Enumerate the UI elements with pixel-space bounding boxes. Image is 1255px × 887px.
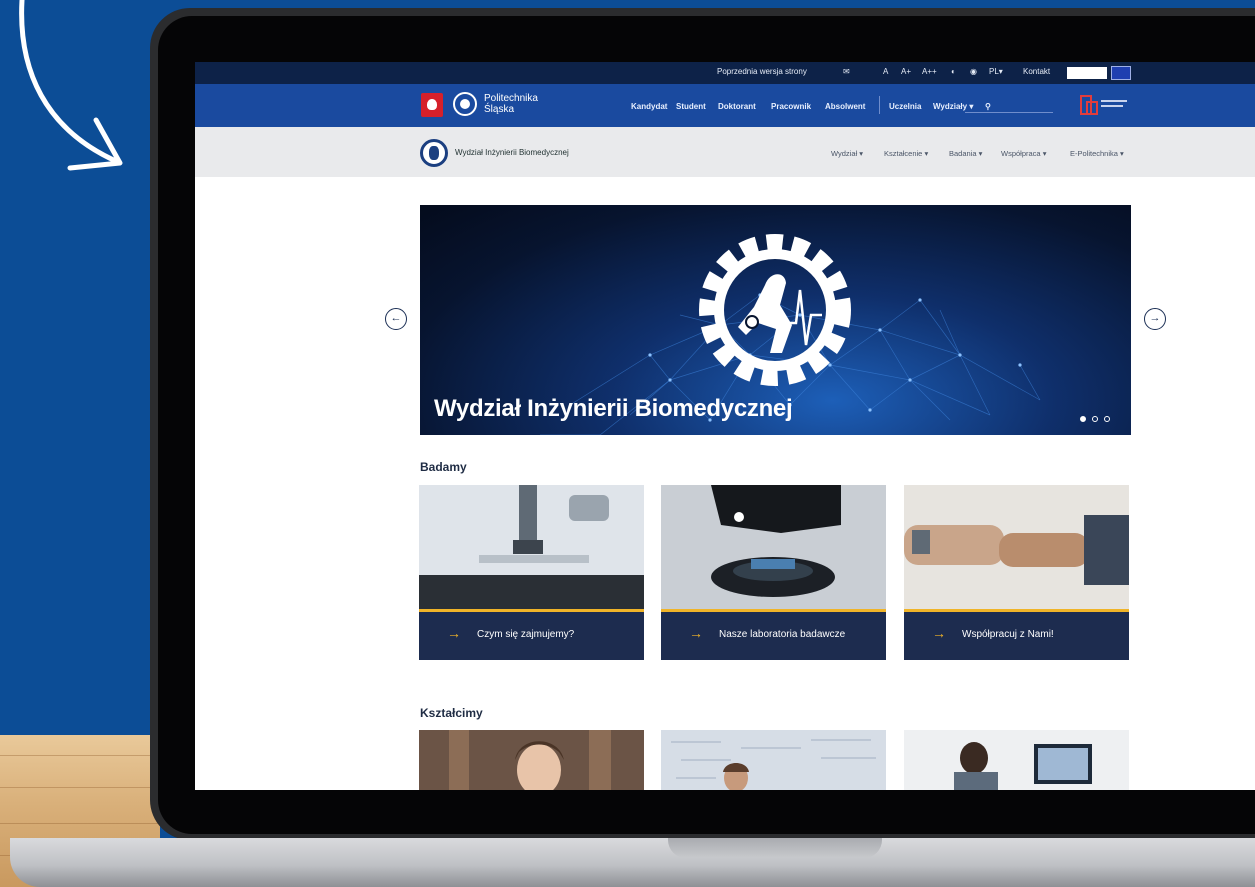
arrow-right-icon: → xyxy=(447,625,461,641)
faculty-nav-ksztalcenie[interactable]: Kształcenie ▾ xyxy=(884,149,928,158)
faculty-nav-wydzial-label: Wydział xyxy=(831,149,858,158)
main-nav: Politechnika Śląska Kandydat Student Dok… xyxy=(195,84,1255,127)
faculty-nav-badania-label: Badania xyxy=(949,149,977,158)
faculty-nav-wydzial[interactable]: Wydział ▾ xyxy=(831,149,863,158)
carousel-dot-2[interactable] xyxy=(1092,416,1098,422)
faculty-nav-epolitechnika-label: E-Politechnika xyxy=(1070,149,1118,158)
nav-wydzialy[interactable]: Wydziały ▾ xyxy=(933,102,973,111)
nav-uczelnia[interactable]: Uczelnia xyxy=(889,102,921,111)
carousel-prev-button[interactable]: ← xyxy=(385,308,407,330)
faculty-bar: Wydział Inżynierii Biomedycznej Wydział … xyxy=(195,127,1255,177)
nav-divider xyxy=(879,96,880,114)
faculty-nav-epolitechnika[interactable]: E-Politechnika ▾ xyxy=(1070,149,1124,158)
arrow-right-icon: → xyxy=(689,625,703,641)
contrast-icon[interactable]: ◐ xyxy=(951,67,956,76)
carousel-next-button[interactable]: → xyxy=(1144,308,1166,330)
card-wspolpracuj[interactable]: → Współpracuj z Nami! xyxy=(904,485,1129,660)
university-brand[interactable]: Politechnika Śląska xyxy=(484,93,538,115)
biomedical-gear-icon xyxy=(699,234,851,386)
nav-wydzialy-label: Wydziały xyxy=(933,102,968,111)
card-computer-work[interactable] xyxy=(904,730,1129,790)
search-input[interactable] xyxy=(965,112,1053,113)
faculty-nav-wspolpraca[interactable]: Współpraca ▾ xyxy=(1001,149,1046,158)
student-portrait-image xyxy=(419,730,644,790)
brand-line-1: Politechnika xyxy=(484,93,538,104)
laptop-notch xyxy=(668,838,882,858)
card-label: Czym się zajmujemy? xyxy=(477,629,575,640)
card-accent-bar xyxy=(661,609,886,612)
card-student-portrait[interactable] xyxy=(419,730,644,790)
nav-doktorant[interactable]: Doktorant xyxy=(718,102,756,111)
faculty-logo-icon[interactable] xyxy=(420,139,448,167)
search-icon[interactable]: ⚲ xyxy=(985,102,991,111)
curved-arrow-icon xyxy=(19,0,123,171)
computer-work-image xyxy=(904,730,1129,790)
utility-bar: Poprzednia wersja strony ✉ A A+ A++ ◐ ◉ … xyxy=(195,62,1255,84)
font-size-large-button[interactable]: A++ xyxy=(922,67,937,76)
faculty-nav-badania[interactable]: Badania ▾ xyxy=(949,149,982,158)
hero-slide[interactable]: Wydział Inżynierii Biomedycznej xyxy=(420,205,1131,435)
eye-icon[interactable]: ◉ xyxy=(970,67,977,76)
nav-absolwent[interactable]: Absolwent xyxy=(825,102,865,111)
contact-link[interactable]: Kontakt xyxy=(1023,67,1050,76)
faculty-nav-wspolpraca-label: Współpraca xyxy=(1001,149,1041,158)
nav-student[interactable]: Student xyxy=(676,102,706,111)
font-size-small-button[interactable]: A xyxy=(883,67,888,76)
polish-eagle-icon xyxy=(421,93,443,117)
faculty-nav-ksztalcenie-label: Kształcenie xyxy=(884,149,923,158)
carousel-dot-1[interactable] xyxy=(1080,416,1086,422)
lab-device-image xyxy=(661,485,886,609)
whiteboard-image xyxy=(661,730,886,790)
laptop-base xyxy=(10,838,1255,887)
language-value: PL xyxy=(989,67,999,76)
section-title-ksztalcimy: Kształcimy xyxy=(420,706,483,720)
university-logo-icon[interactable] xyxy=(453,92,477,116)
card-czym-sie-zajmujemy[interactable]: → Czym się zajmujemy? xyxy=(419,485,644,660)
carousel-dot-3[interactable] xyxy=(1104,416,1110,422)
eu-flag-icon xyxy=(1111,66,1131,80)
font-size-medium-button[interactable]: A+ xyxy=(901,67,911,76)
fist-bump-image xyxy=(904,485,1129,609)
section-title-badamy: Badamy xyxy=(420,460,467,474)
nav-pracownik[interactable]: Pracownik xyxy=(771,102,811,111)
mail-icon[interactable]: ✉ xyxy=(843,67,850,76)
brand-line-2: Śląska xyxy=(484,104,515,115)
eu-fund-logo xyxy=(1067,67,1107,79)
excellence-initiative-logo xyxy=(1080,95,1127,115)
arrow-right-icon: → xyxy=(932,625,946,641)
prev-version-link[interactable]: Poprzednia wersja strony xyxy=(717,67,807,76)
card-label: Nasze laboratoria badawcze xyxy=(719,629,846,640)
faculty-name[interactable]: Wydział Inżynierii Biomedycznej xyxy=(455,148,569,157)
nav-kandydat[interactable]: Kandydat xyxy=(631,102,667,111)
card-accent-bar xyxy=(419,609,644,612)
language-select[interactable]: PL▾ xyxy=(989,67,1003,76)
card-whiteboard[interactable] xyxy=(661,730,886,790)
browser-screen: Poprzednia wersja strony ✉ A A+ A++ ◐ ◉ … xyxy=(195,62,1255,790)
card-nasze-laboratoria[interactable]: → Nasze laboratoria badawcze xyxy=(661,485,886,660)
card-accent-bar xyxy=(904,609,1129,612)
hero-title: Wydział Inżynierii Biomedycznej xyxy=(434,395,793,422)
microscope-image xyxy=(419,485,644,609)
card-label: Współpracuj z Nami! xyxy=(962,629,1054,640)
